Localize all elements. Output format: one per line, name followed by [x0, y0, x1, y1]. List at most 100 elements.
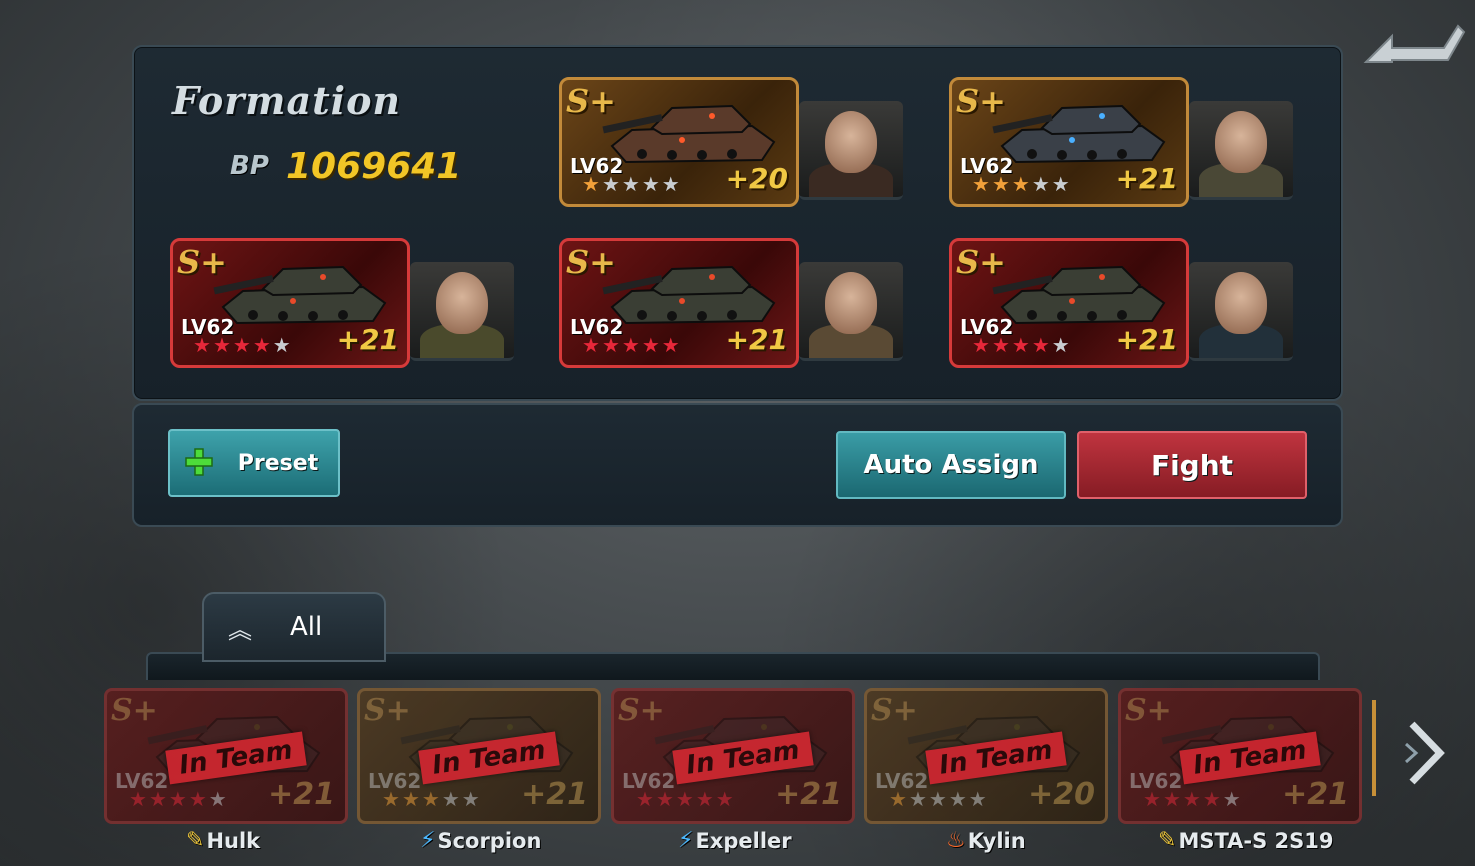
- bp-label: BP: [230, 151, 269, 181]
- star-icon: ★: [636, 787, 656, 811]
- filter-tab-all[interactable]: ︽ All: [202, 592, 386, 662]
- star-icon: ★: [232, 333, 253, 357]
- star-icon: ★: [1011, 333, 1032, 357]
- general-cap-commander-portrait[interactable]: [410, 262, 514, 361]
- tank-icon: [992, 104, 1166, 164]
- tank-card[interactable]: S+ LV62 +20 ★★★★★: [559, 77, 799, 207]
- star-icon: ★: [948, 787, 969, 811]
- grade-badge: S+: [566, 243, 616, 281]
- tank-icon: [213, 265, 387, 325]
- star-icon: ★: [621, 172, 642, 196]
- star-icon: ★: [641, 333, 662, 357]
- page-title: Formation: [172, 78, 402, 123]
- preset-button[interactable]: Preset: [168, 429, 340, 497]
- fight-label: Fight: [1150, 448, 1234, 482]
- upgrade-level: +21: [1282, 777, 1349, 812]
- star-icon: ★: [421, 787, 442, 811]
- star-icon: ★: [1011, 172, 1032, 196]
- star-icon: ★: [991, 333, 1012, 357]
- star-icon: ★: [1051, 172, 1072, 196]
- tank-name-hulk: ✎ Hulk: [186, 828, 260, 853]
- grade-badge: S+: [871, 693, 918, 728]
- star-icon: ★: [601, 333, 622, 357]
- tank-name-scorpion: ⚡ Scorpion: [420, 828, 541, 853]
- star-icon: ★: [1222, 787, 1243, 811]
- commander-face: [825, 272, 877, 334]
- grade-badge: S+: [364, 693, 411, 728]
- commander-face: [1215, 111, 1267, 173]
- fire-icon: ♨: [946, 828, 966, 853]
- suit-commander-portrait[interactable]: [1189, 262, 1293, 361]
- bp-value: 1069641: [286, 146, 462, 187]
- grade-badge: S+: [111, 693, 158, 728]
- star-icon: ★: [675, 787, 696, 811]
- star-icon: ★: [991, 172, 1012, 196]
- upgrade-level: +21: [336, 323, 399, 356]
- tank-card[interactable]: S+ LV62 +21 ★★★★★: [949, 238, 1189, 368]
- star-icon: ★: [188, 787, 209, 811]
- tank-name-msta: ✎ MSTA-S 2S19: [1158, 828, 1334, 853]
- upgrade-level: +21: [725, 323, 788, 356]
- tank-list-card: S+ LV62 +21 ★★★★★ In Team: [611, 688, 855, 824]
- star-rating: ★★★★★: [889, 787, 989, 811]
- star-rating: ★★★★★: [636, 787, 736, 811]
- grade-badge: S+: [618, 693, 665, 728]
- star-icon: ★: [401, 787, 422, 811]
- tank-card[interactable]: S+ LV62 +21 ★★★★★: [170, 238, 410, 368]
- chevron-right-icon[interactable]: [1402, 718, 1448, 788]
- helmet-commander-portrait[interactable]: [799, 262, 903, 361]
- star-icon: ★: [972, 333, 992, 357]
- preset-label: Preset: [237, 450, 319, 476]
- artillery-icon: ✎: [1158, 828, 1177, 853]
- energy-icon: ⚡: [420, 828, 436, 853]
- star-icon: ★: [212, 333, 233, 357]
- back-arrow-icon[interactable]: [1362, 22, 1466, 66]
- tank-name-label: Scorpion: [437, 828, 542, 853]
- star-rating: ★★★★★: [193, 333, 293, 357]
- artillery-icon: ✎: [186, 828, 205, 853]
- grade-badge: S+: [956, 82, 1006, 120]
- star-icon: ★: [621, 333, 642, 357]
- fight-button[interactable]: Fight: [1077, 431, 1307, 499]
- star-rating: ★★★★★: [972, 172, 1072, 196]
- upgrade-level: +21: [268, 777, 335, 812]
- star-icon: ★: [382, 787, 402, 811]
- tank-list-card: S+ LV62 +20 ★★★★★ In Team: [864, 688, 1108, 824]
- star-rating: ★★★★★: [382, 787, 482, 811]
- star-icon: ★: [193, 333, 213, 357]
- tank-name-label: Kylin: [967, 828, 1026, 853]
- officer-commander-portrait[interactable]: [1189, 101, 1293, 200]
- tank-name-label: Expeller: [695, 828, 792, 853]
- star-icon: ★: [968, 787, 989, 811]
- star-icon: ★: [889, 787, 909, 811]
- tank-icon: [602, 265, 776, 325]
- star-rating: ★★★★★: [129, 787, 229, 811]
- tank-icon: [602, 104, 776, 164]
- tank-list-card: S+ LV62 +21 ★★★★★ In Team: [104, 688, 348, 824]
- plus-icon: [185, 448, 213, 476]
- tank-list-card: S+ LV62 +21 ★★★★★ In Team: [1118, 688, 1362, 824]
- tank-card[interactable]: S+ LV62 +21 ★★★★★: [949, 77, 1189, 207]
- star-icon: ★: [208, 787, 229, 811]
- star-rating: ★★★★★: [1143, 787, 1243, 811]
- auto-assign-button[interactable]: Auto Assign: [836, 431, 1066, 499]
- star-icon: ★: [1031, 172, 1052, 196]
- star-icon: ★: [601, 172, 622, 196]
- grade-badge: S+: [1125, 693, 1172, 728]
- woman-commander-portrait[interactable]: [799, 101, 903, 200]
- list-divider: [1372, 700, 1376, 796]
- star-icon: ★: [441, 787, 462, 811]
- star-icon: ★: [1182, 787, 1203, 811]
- star-icon: ★: [1143, 787, 1163, 811]
- star-icon: ★: [1031, 333, 1052, 357]
- tank-card[interactable]: S+ LV62 +21 ★★★★★: [559, 238, 799, 368]
- star-icon: ★: [582, 333, 602, 357]
- star-icon: ★: [582, 172, 602, 196]
- star-icon: ★: [168, 787, 189, 811]
- star-icon: ★: [148, 787, 169, 811]
- grade-badge: S+: [956, 243, 1006, 281]
- star-rating: ★★★★★: [582, 172, 682, 196]
- star-icon: ★: [655, 787, 676, 811]
- star-icon: ★: [461, 787, 482, 811]
- tank-name-expeller: ⚡ Expeller: [678, 828, 792, 853]
